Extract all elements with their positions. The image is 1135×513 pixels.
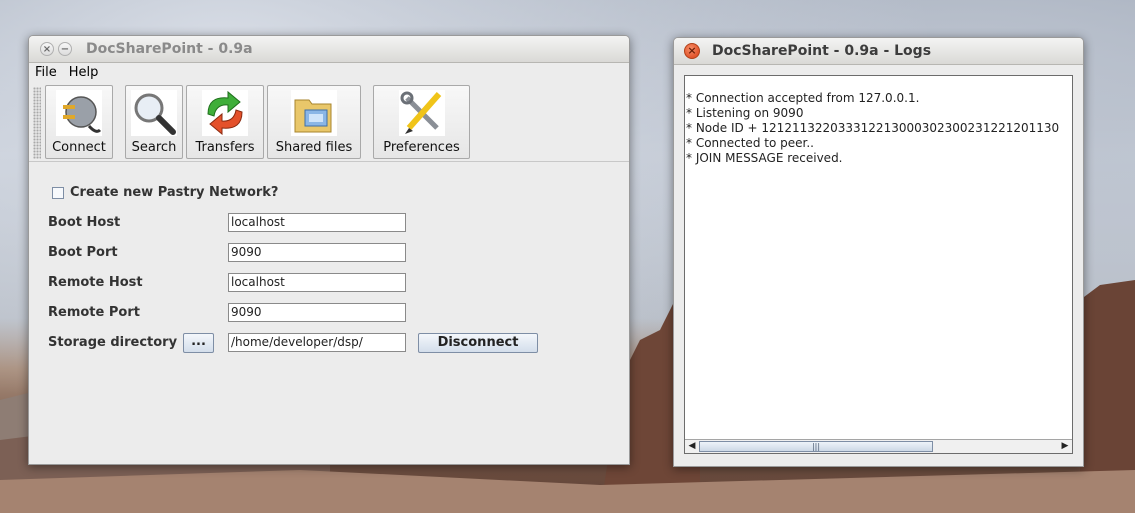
storage-directory-label: Storage directory bbox=[48, 335, 178, 350]
log-window-title: DocSharePoint - 0.9a - Logs bbox=[712, 43, 932, 59]
menu-bar: File Help bbox=[29, 63, 629, 83]
remote-host-field[interactable]: localhost bbox=[228, 273, 406, 292]
minimize-button[interactable]: − bbox=[58, 42, 72, 56]
scroll-right-icon[interactable]: ▶ bbox=[1059, 441, 1071, 452]
remote-port-label: Remote Port bbox=[48, 305, 140, 320]
main-titlebar[interactable]: × − DocSharePoint - 0.9a bbox=[29, 36, 629, 63]
log-line: * JOIN MESSAGE received. bbox=[686, 151, 843, 165]
tools-icon bbox=[398, 90, 445, 136]
log-titlebar[interactable]: × DocSharePoint - 0.9a - Logs bbox=[674, 38, 1083, 65]
window-title: DocSharePoint - 0.9a bbox=[86, 41, 253, 57]
menu-file[interactable]: File bbox=[29, 63, 63, 80]
main-window: × − DocSharePoint - 0.9a File Help Connec… bbox=[28, 35, 630, 465]
log-text-area[interactable]: * Connection accepted from 127.0.0.1. * … bbox=[684, 75, 1073, 454]
scroll-left-icon[interactable]: ◀ bbox=[686, 441, 698, 452]
log-line: * Node ID + 1212113220333122130003023002… bbox=[686, 121, 1060, 135]
shared-files-label: Shared files bbox=[275, 140, 353, 155]
scrollbar-thumb[interactable]: ||| bbox=[699, 441, 933, 452]
create-network-label: Create new Pastry Network? bbox=[70, 185, 279, 200]
toolbar-grip[interactable] bbox=[33, 87, 41, 159]
boot-port-field[interactable]: 9090 bbox=[228, 243, 406, 262]
menu-help[interactable]: Help bbox=[63, 63, 105, 80]
search-button[interactable]: Search bbox=[125, 85, 183, 159]
plug-icon bbox=[56, 90, 102, 136]
boot-host-field[interactable]: localhost bbox=[228, 213, 406, 232]
connect-button[interactable]: Connect bbox=[45, 85, 113, 159]
create-network-checkbox[interactable] bbox=[52, 187, 64, 199]
connect-label: Connect bbox=[52, 140, 106, 155]
search-label: Search bbox=[131, 140, 177, 155]
magnifier-icon bbox=[131, 90, 177, 136]
remote-host-label: Remote Host bbox=[48, 275, 143, 290]
horizontal-scrollbar[interactable]: ◀ ||| ▶ bbox=[685, 439, 1072, 453]
preferences-label: Preferences bbox=[383, 140, 460, 155]
close-button[interactable]: × bbox=[684, 43, 700, 59]
toolbar: Connect Search Transfers Shared files Pr… bbox=[29, 83, 629, 162]
log-line: * Connection accepted from 127.0.0.1. bbox=[686, 91, 920, 105]
boot-host-label: Boot Host bbox=[48, 215, 121, 230]
transfers-label: Transfers bbox=[195, 140, 255, 155]
disconnect-button[interactable]: Disconnect bbox=[418, 333, 538, 353]
folder-icon bbox=[291, 90, 337, 136]
log-line: * Listening on 9090 bbox=[686, 106, 804, 120]
shared-files-button[interactable]: Shared files bbox=[267, 85, 361, 159]
log-line: * Connected to peer.. bbox=[686, 136, 814, 150]
browse-button[interactable]: ... bbox=[183, 333, 214, 353]
close-button[interactable]: × bbox=[40, 42, 54, 56]
transfers-button[interactable]: Transfers bbox=[186, 85, 264, 159]
log-window: × DocSharePoint - 0.9a - Logs * Connecti… bbox=[673, 37, 1084, 467]
transfer-arrows-icon bbox=[202, 90, 248, 136]
boot-port-label: Boot Port bbox=[48, 245, 118, 260]
remote-port-field[interactable]: 9090 bbox=[228, 303, 406, 322]
storage-directory-field[interactable]: /home/developer/dsp/ bbox=[228, 333, 406, 352]
preferences-button[interactable]: Preferences bbox=[373, 85, 470, 159]
